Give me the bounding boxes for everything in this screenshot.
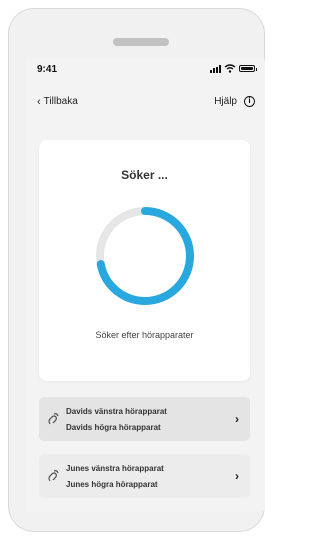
hearing-aid-icon: [48, 470, 59, 482]
status-icons: [210, 64, 257, 73]
help-label: Hjälp: [214, 96, 237, 107]
search-status-text: Söker efter hörapparater: [95, 330, 194, 340]
back-button[interactable]: ‹ Tillbaka: [37, 96, 78, 107]
device-left-name: Davids vänstra hörapparat: [66, 407, 167, 416]
device-list-item[interactable]: Davids vänstra hörapparat Davids högra h…: [39, 397, 250, 441]
nav-bar: ‹ Tillbaka Hjälp i: [26, 94, 265, 112]
signal-icon: [210, 64, 221, 73]
device-right-name: Junes högra hörapparat: [66, 480, 158, 489]
status-time: 9:41: [37, 64, 58, 75]
help-button[interactable]: Hjälp i: [214, 96, 255, 107]
back-label: Tillbaka: [43, 96, 78, 107]
chevron-right-icon: ›: [235, 469, 239, 483]
app-screen: 9:41 ‹ Tillbaka Hjälp i Söker ... Söker …: [26, 58, 265, 512]
search-progress-ring: [96, 207, 194, 305]
search-card: Söker ... Söker efter hörapparater: [39, 140, 250, 381]
chevron-left-icon: ‹: [37, 95, 41, 108]
battery-icon: [239, 65, 257, 72]
device-right-name: Davids högra hörapparat: [66, 423, 161, 432]
chevron-right-icon: ›: [235, 412, 239, 426]
hearing-aid-icon: [48, 413, 59, 425]
search-title: Söker ...: [121, 168, 168, 182]
status-bar: 9:41: [26, 58, 265, 80]
phone-speaker: [113, 38, 169, 46]
device-left-name: Junes vänstra hörapparat: [66, 464, 164, 473]
info-icon: i: [244, 96, 255, 107]
device-list-item[interactable]: Junes vänstra hörapparat Junes högra hör…: [39, 454, 250, 498]
wifi-icon: [224, 64, 236, 73]
